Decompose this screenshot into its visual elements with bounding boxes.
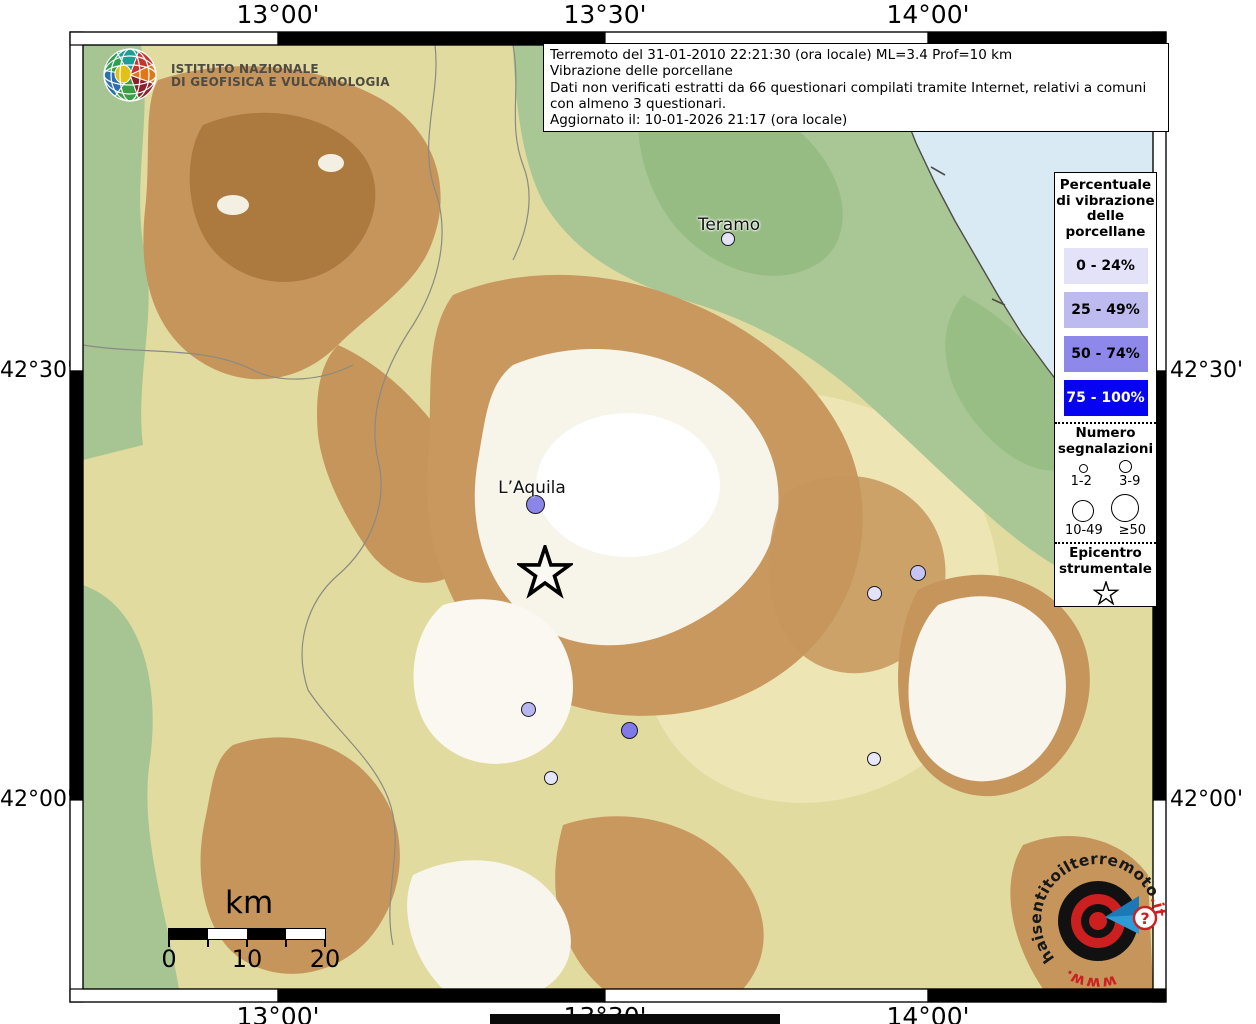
legend-swatch-label: 75 - 100% <box>1066 390 1144 406</box>
count-label-50plus: ≥50 <box>1119 523 1146 538</box>
scale-tick-0: 0 <box>161 945 176 973</box>
legend-swatch-75-100: 75 - 100% <box>1064 380 1148 416</box>
legend-swatch-0-24: 0 - 24% <box>1064 248 1148 284</box>
legend-swatch-label: 50 - 74% <box>1071 346 1140 362</box>
legend-star-icon <box>1091 581 1121 609</box>
svg-text:www.: www. <box>1061 966 1118 991</box>
question-mark: ? <box>1140 909 1149 928</box>
legend-divider <box>1055 422 1156 424</box>
legend-panel: Percentuale di vibrazione delle porcella… <box>1054 172 1157 607</box>
scale-tick-20: 20 <box>310 945 341 973</box>
scale-tick-10: 10 <box>232 945 263 973</box>
map-page: 13°00' 13°30' 14°00' 13°00' 13°30' 14°00… <box>0 0 1256 1024</box>
bottom-bar <box>490 1014 780 1024</box>
legend-swatch-25-49: 25 - 49% <box>1064 292 1148 328</box>
event-updated: Aggiornato il: 10-01-2026 21:17 (ora loc… <box>550 112 1162 128</box>
event-disclaimer: Dati non verificati estratti da 66 quest… <box>550 80 1162 113</box>
count-circle-10-49 <box>1072 500 1094 522</box>
legend-count-title: Numero segnalazioni <box>1055 426 1156 457</box>
count-label-10-49: 10-49 <box>1065 523 1103 538</box>
legend-epicenter-title: Epicentro strumentale <box>1055 546 1156 577</box>
count-circle-3-9 <box>1119 460 1132 473</box>
legend-swatch-label: 0 - 24% <box>1076 258 1135 274</box>
legend-divider <box>1055 542 1156 544</box>
ingv-logo: ISTITUTO NAZIONALE DI GEOFISICA E VULCAN… <box>103 47 390 105</box>
count-circle-50plus <box>1111 494 1139 522</box>
haisentitoilterremoto-logo: haisentitoilterremoto.it www. ? <box>1028 851 1168 991</box>
count-circle-1-2 <box>1079 464 1088 473</box>
event-title: Terremoto del 31-01-2010 22:21:30 (ora l… <box>550 47 1162 63</box>
count-label-3-9: 3-9 <box>1119 474 1140 489</box>
ingv-name-line2: DI GEOFISICA E VULCANOLOGIA <box>171 76 390 90</box>
count-label-1-2: 1-2 <box>1071 474 1092 489</box>
legend-swatch-label: 25 - 49% <box>1071 302 1140 318</box>
scale-unit-label: km <box>225 885 273 921</box>
scale-bar-segments <box>168 928 326 940</box>
legend-swatch-50-74: 50 - 74% <box>1064 336 1148 372</box>
ingv-globe-icon <box>103 47 159 105</box>
event-effect: Vibrazione delle porcellane <box>550 63 1162 79</box>
legend-percent-title: Percentuale di vibrazione delle porcella… <box>1055 178 1156 240</box>
ingv-name-line1: ISTITUTO NAZIONALE <box>171 63 390 77</box>
watermark-www-text: www. <box>1061 966 1118 991</box>
event-info-box: Terremoto del 31-01-2010 22:21:30 (ora l… <box>543 43 1169 132</box>
